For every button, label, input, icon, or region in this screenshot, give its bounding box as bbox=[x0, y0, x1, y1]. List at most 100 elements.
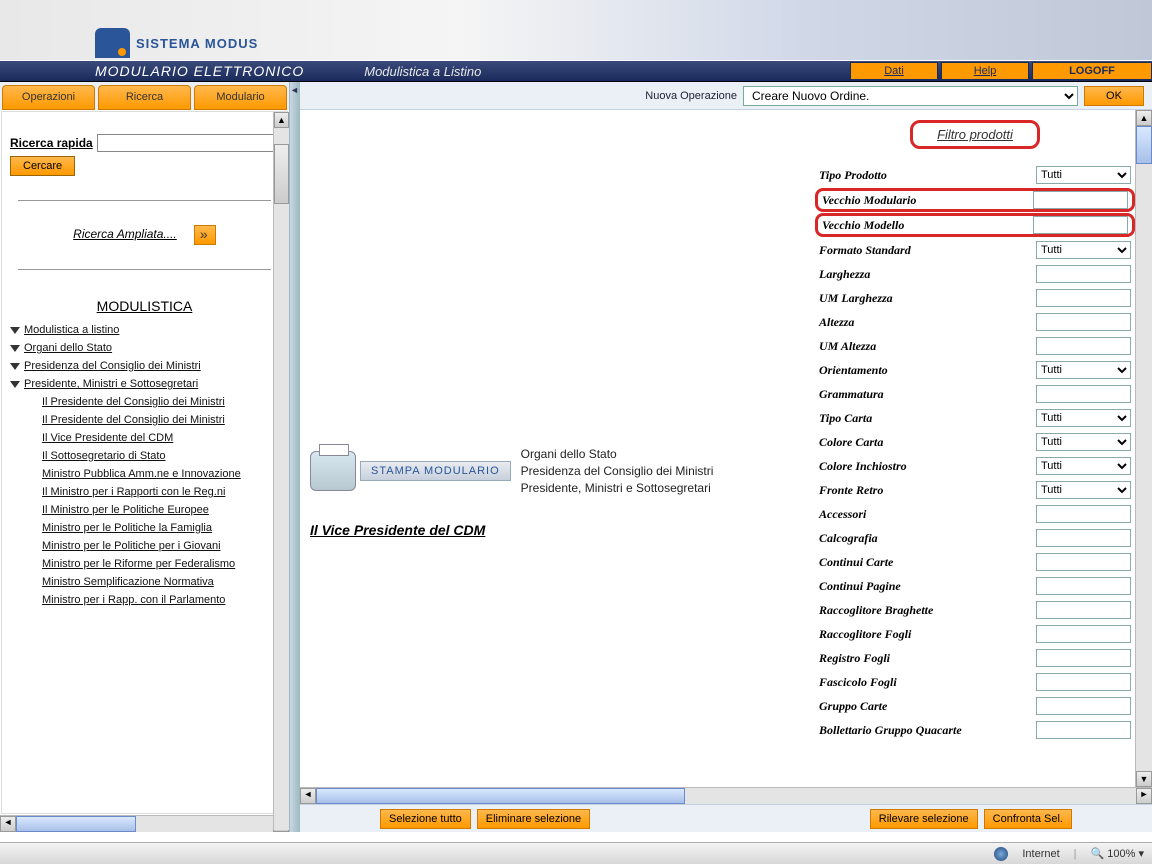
tree-subitem[interactable]: Ministro Semplificazione Normativa bbox=[42, 576, 279, 588]
print-block[interactable]: STAMPA MODULARIO bbox=[310, 451, 511, 491]
tree-subitem[interactable]: Il Presidente del Consiglio dei Ministri bbox=[42, 396, 279, 408]
tree-subitem[interactable]: Il Ministro per i Rapporti con le Reg.ni bbox=[42, 486, 279, 498]
tree-link[interactable]: Ministro per le Politiche per i Giovani bbox=[42, 540, 221, 552]
filter-input[interactable] bbox=[1036, 505, 1131, 523]
tree-subitem[interactable]: Ministro per le Politiche per i Giovani bbox=[42, 540, 279, 552]
link-dati[interactable]: Dati bbox=[850, 62, 938, 80]
filter-label: Colore Carta bbox=[819, 435, 1036, 450]
tree-link[interactable]: Il Presidente del Consiglio dei Ministri bbox=[42, 396, 225, 408]
filter-select[interactable]: Tutti bbox=[1036, 241, 1131, 259]
filter-input[interactable] bbox=[1036, 313, 1131, 331]
expand-icon bbox=[10, 381, 20, 388]
filter-select[interactable]: Tutti bbox=[1036, 409, 1131, 427]
tree-subitem[interactable]: Ministro per i Rapp. con il Parlamento bbox=[42, 594, 279, 606]
tree-subitem[interactable]: Il Sottosegretario di Stato bbox=[42, 450, 279, 462]
filter-input[interactable] bbox=[1036, 697, 1131, 715]
filter-select[interactable]: Tutti bbox=[1036, 166, 1131, 184]
sidebar-vscroll[interactable]: ▲ bbox=[273, 112, 289, 830]
tree-subitem[interactable]: Il Presidente del Consiglio dei Ministri bbox=[42, 414, 279, 426]
tab-ricerca[interactable]: Ricerca bbox=[98, 85, 191, 110]
tab-operazioni[interactable]: Operazioni bbox=[2, 85, 95, 110]
filter-select[interactable]: Tutti bbox=[1036, 361, 1131, 379]
filter-select[interactable]: Tutti bbox=[1036, 481, 1131, 499]
compare-button[interactable]: Confronta Sel. bbox=[984, 809, 1072, 829]
tree-subitem[interactable]: Il Vice Presidente del CDM bbox=[42, 432, 279, 444]
tree-link[interactable]: Il Ministro per i Rapporti con le Reg.ni bbox=[42, 486, 225, 498]
filter-input[interactable] bbox=[1033, 191, 1128, 209]
tree-link[interactable]: Ministro per i Rapp. con il Parlamento bbox=[42, 594, 225, 606]
clear-selection-button[interactable]: Eliminare selezione bbox=[477, 809, 590, 829]
content: Operazioni Ricerca Modulario Ricerca rap… bbox=[0, 82, 1152, 832]
splitter[interactable] bbox=[290, 82, 300, 832]
zoom-label[interactable]: 🔍 100% ▾ bbox=[1091, 847, 1144, 860]
scroll-up-icon[interactable]: ▲ bbox=[1136, 110, 1152, 126]
filter-input[interactable] bbox=[1036, 385, 1131, 403]
tree-link[interactable]: Organi dello Stato bbox=[24, 342, 112, 354]
scroll-thumb[interactable] bbox=[274, 144, 289, 204]
filter-input[interactable] bbox=[1036, 553, 1131, 571]
tree-link[interactable]: Il Vice Presidente del CDM bbox=[42, 432, 173, 444]
tree-link[interactable]: Ministro per le Riforme per Federalismo bbox=[42, 558, 235, 570]
scroll-up-icon[interactable]: ▲ bbox=[274, 112, 289, 128]
scroll-right-icon[interactable]: ► bbox=[1136, 788, 1152, 804]
tree-link[interactable]: Ministro per le Politiche la Famiglia bbox=[42, 522, 212, 534]
filter-select[interactable]: Tutti bbox=[1036, 457, 1131, 475]
ok-button[interactable]: OK bbox=[1084, 86, 1144, 106]
scroll-thumb[interactable] bbox=[16, 816, 136, 832]
tree-item[interactable]: Presidenza del Consiglio dei Ministri bbox=[10, 360, 279, 372]
main-hscroll[interactable]: ◄ ► bbox=[300, 787, 1152, 804]
quick-search-input[interactable] bbox=[97, 134, 279, 152]
tab-modulario[interactable]: Modulario bbox=[194, 85, 287, 110]
sidebar-hscroll[interactable]: ◄ ► bbox=[0, 815, 289, 832]
tree-item[interactable]: Presidente, Ministri e Sottosegretari bbox=[10, 378, 279, 390]
scroll-thumb[interactable] bbox=[316, 788, 685, 804]
tree-subitem[interactable]: Il Ministro per le Politiche Europee bbox=[42, 504, 279, 516]
filter-input[interactable] bbox=[1036, 337, 1131, 355]
filter-input[interactable] bbox=[1036, 529, 1131, 547]
tree-item[interactable]: Modulistica a listino bbox=[10, 324, 279, 336]
tree-item[interactable]: Organi dello Stato bbox=[10, 342, 279, 354]
filter-input[interactable] bbox=[1036, 625, 1131, 643]
filter-heading-link[interactable]: Filtro prodotti bbox=[937, 127, 1013, 142]
search-button[interactable]: Cercare bbox=[10, 156, 75, 176]
link-help[interactable]: Help bbox=[941, 62, 1029, 80]
tree-link[interactable]: Modulistica a listino bbox=[24, 324, 119, 336]
filter-input[interactable] bbox=[1036, 673, 1131, 691]
filter-input[interactable] bbox=[1036, 649, 1131, 667]
globe-icon bbox=[994, 847, 1008, 861]
tree-subitem[interactable]: Ministro per le Riforme per Federalismo bbox=[42, 558, 279, 570]
header-bar: MODULARIO ELETTRONICO Modulistica a List… bbox=[0, 60, 1152, 82]
get-selection-button[interactable]: Rilevare selezione bbox=[870, 809, 978, 829]
filter-input[interactable] bbox=[1036, 577, 1131, 595]
tree-link[interactable]: Il Presidente del Consiglio dei Ministri bbox=[42, 414, 225, 426]
tree-subitem[interactable]: Ministro per le Politiche la Famiglia bbox=[42, 522, 279, 534]
filter-label: Raccoglitore Fogli bbox=[819, 627, 1036, 642]
scroll-left-icon[interactable]: ◄ bbox=[0, 816, 16, 832]
select-all-button[interactable]: Selezione tutto bbox=[380, 809, 471, 829]
app-title: MODULARIO ELETTRONICO bbox=[95, 63, 304, 79]
filter-input[interactable] bbox=[1036, 289, 1131, 307]
scroll-down-icon[interactable]: ▼ bbox=[1136, 771, 1152, 787]
main-vscroll[interactable]: ▲ ▼ bbox=[1135, 110, 1152, 787]
scroll-thumb[interactable] bbox=[1136, 126, 1152, 164]
operation-select[interactable]: Creare Nuovo Ordine. bbox=[743, 86, 1078, 106]
tree-link[interactable]: Il Sottosegretario di Stato bbox=[42, 450, 166, 462]
filter-label: Vecchio Modello bbox=[822, 218, 1033, 233]
filter-row: Vecchio Modulario bbox=[815, 188, 1135, 212]
tree-link[interactable]: Presidenza del Consiglio dei Ministri bbox=[24, 360, 201, 372]
tree-link[interactable]: Ministro Pubblica Amm.ne e Innovazione bbox=[42, 468, 241, 480]
filter-input[interactable] bbox=[1036, 601, 1131, 619]
filter-input[interactable] bbox=[1033, 216, 1128, 234]
tree-link[interactable]: Il Ministro per le Politiche Europee bbox=[42, 504, 209, 516]
link-logoff[interactable]: LOGOFF bbox=[1032, 62, 1152, 80]
filter-select[interactable]: Tutti bbox=[1036, 433, 1131, 451]
tree-subitem[interactable]: Ministro Pubblica Amm.ne e Innovazione bbox=[42, 468, 279, 480]
scroll-left-icon[interactable]: ◄ bbox=[300, 788, 316, 804]
decorative-icon bbox=[1022, 10, 1062, 46]
filter-input[interactable] bbox=[1036, 721, 1131, 739]
advanced-search-link[interactable]: Ricerca Ampliata.... bbox=[73, 227, 177, 241]
tree-link[interactable]: Ministro Semplificazione Normativa bbox=[42, 576, 214, 588]
tree-link[interactable]: Presidente, Ministri e Sottosegretari bbox=[24, 378, 198, 390]
filter-input[interactable] bbox=[1036, 265, 1131, 283]
advanced-search-go-icon[interactable] bbox=[194, 225, 216, 245]
